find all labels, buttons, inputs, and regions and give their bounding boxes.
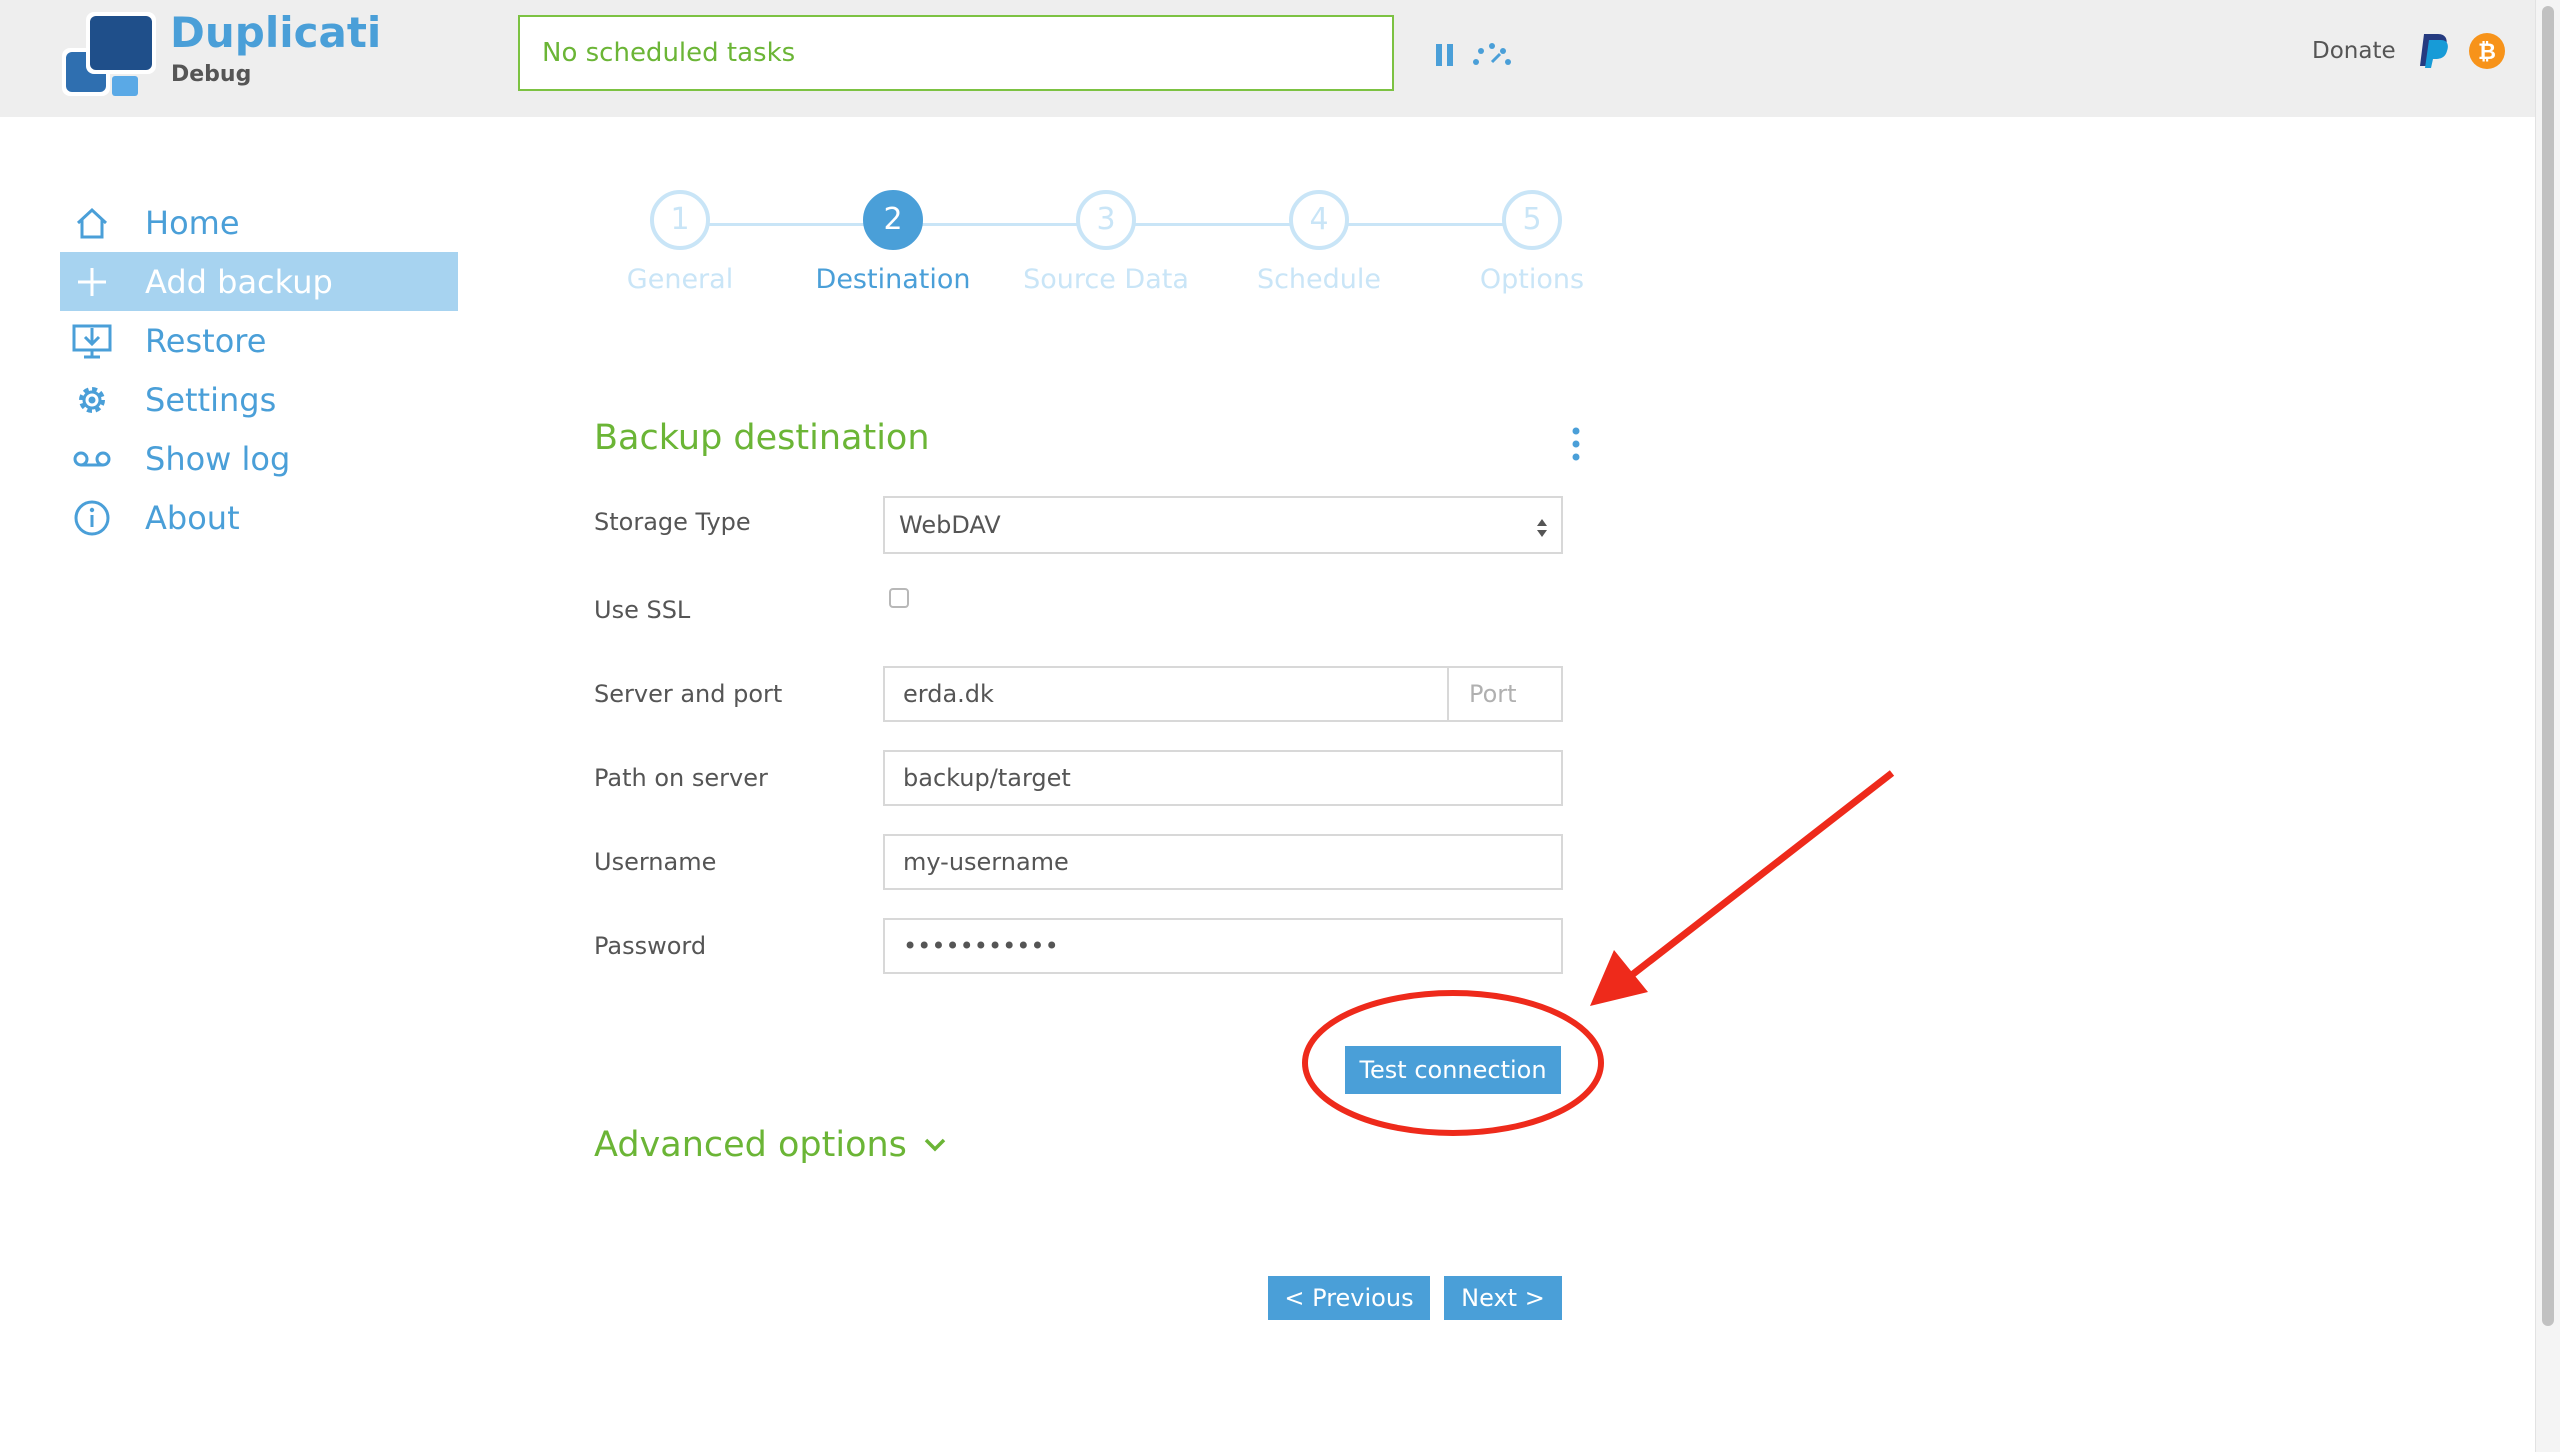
step-number: 1	[650, 190, 710, 250]
step-label: Options	[1479, 264, 1585, 295]
throttle-icon[interactable]	[1470, 38, 1514, 68]
step-number: 4	[1289, 190, 1349, 250]
step-options[interactable]: 5 Options	[1432, 190, 1632, 295]
sidebar-item-label: Settings	[145, 380, 277, 419]
sidebar-item-label: Add backup	[145, 262, 333, 301]
username-label: Username	[594, 848, 717, 876]
port-input[interactable]: Port	[1447, 666, 1563, 722]
kebab-menu-icon[interactable]	[1566, 426, 1586, 462]
sidebar-item-label: Home	[145, 203, 240, 242]
select-arrows-icon	[1537, 519, 1547, 537]
restore-icon	[72, 321, 112, 361]
duplicati-logo-icon[interactable]	[60, 10, 160, 100]
step-general[interactable]: 1 General	[580, 190, 780, 295]
paypal-icon[interactable]	[2418, 32, 2450, 70]
server-input[interactable]: erda.dk	[883, 666, 1449, 722]
home-icon	[72, 203, 112, 243]
advanced-options-label: Advanced options	[594, 1125, 907, 1165]
brand-name: Duplicati	[170, 8, 382, 57]
step-schedule[interactable]: 4 Schedule	[1219, 190, 1419, 295]
info-icon	[72, 498, 112, 538]
next-button[interactable]: Next >	[1444, 1276, 1562, 1320]
path-input[interactable]: backup/target	[883, 750, 1563, 806]
step-label: Destination	[815, 264, 971, 295]
sidebar-item-label: About	[145, 498, 240, 537]
annotation-arrow-shaft	[1625, 770, 1895, 981]
bitcoin-icon[interactable]: ₿	[2468, 32, 2506, 70]
pause-icon[interactable]	[1434, 40, 1456, 70]
step-source-data[interactable]: 3 Source Data	[1006, 190, 1206, 295]
storage-type-value: WebDAV	[899, 511, 1001, 539]
storage-type-label: Storage Type	[594, 508, 751, 536]
step-number: 2	[863, 190, 923, 250]
server-port-label: Server and port	[594, 680, 783, 708]
section-title: Backup destination	[594, 418, 930, 458]
previous-button[interactable]: < Previous	[1268, 1276, 1430, 1320]
sidebar-item-add-backup[interactable]: Add backup	[60, 252, 458, 311]
annotation-arrow-head	[1590, 950, 1648, 1006]
brand-subtitle: Debug	[171, 62, 252, 87]
page-scrollbar[interactable]	[2535, 0, 2560, 1452]
step-label: General	[626, 264, 734, 295]
sidebar-item-settings[interactable]: Settings	[60, 370, 458, 429]
test-connection-button[interactable]: Test connection	[1345, 1046, 1561, 1094]
use-ssl-checkbox[interactable]	[889, 588, 909, 608]
path-on-server-label: Path on server	[594, 764, 768, 792]
password-label: Password	[594, 932, 707, 960]
plus-icon	[72, 262, 112, 302]
step-label: Schedule	[1256, 264, 1382, 295]
svg-text:₿: ₿	[2478, 40, 2496, 65]
gear-icon	[72, 380, 112, 420]
sidebar-item-home[interactable]: Home	[60, 193, 458, 252]
step-number: 5	[1502, 190, 1562, 250]
sidebar-item-restore[interactable]: Restore	[60, 311, 458, 370]
wizard-steps: 1 General 2 Destination 3 Source Data 4 …	[580, 190, 1584, 320]
donate-label: Donate	[2312, 38, 2396, 64]
scrollbar-thumb[interactable]	[2542, 6, 2554, 1326]
step-destination[interactable]: 2 Destination	[793, 190, 993, 295]
sidebar-nav: Home Add backup Restore Settings Show lo…	[60, 193, 458, 547]
top-bar: Duplicati Debug No scheduled tasks Donat…	[0, 0, 2536, 117]
chevron-down-icon	[924, 1138, 946, 1152]
step-number: 3	[1076, 190, 1136, 250]
log-icon	[72, 439, 112, 479]
advanced-options-toggle[interactable]: Advanced options	[594, 1125, 947, 1165]
sidebar-item-label: Restore	[145, 321, 267, 360]
sidebar-item-show-log[interactable]: Show log	[60, 429, 458, 488]
sidebar-item-label: Show log	[145, 439, 291, 478]
status-box[interactable]: No scheduled tasks	[518, 15, 1394, 91]
step-label: Source Data	[1023, 264, 1189, 295]
use-ssl-label: Use SSL	[594, 596, 691, 624]
username-input[interactable]: my-username	[883, 834, 1563, 890]
password-input[interactable]: •••••••••••	[883, 918, 1563, 974]
storage-type-select[interactable]: WebDAV	[883, 496, 1563, 554]
sidebar-item-about[interactable]: About	[60, 488, 458, 547]
